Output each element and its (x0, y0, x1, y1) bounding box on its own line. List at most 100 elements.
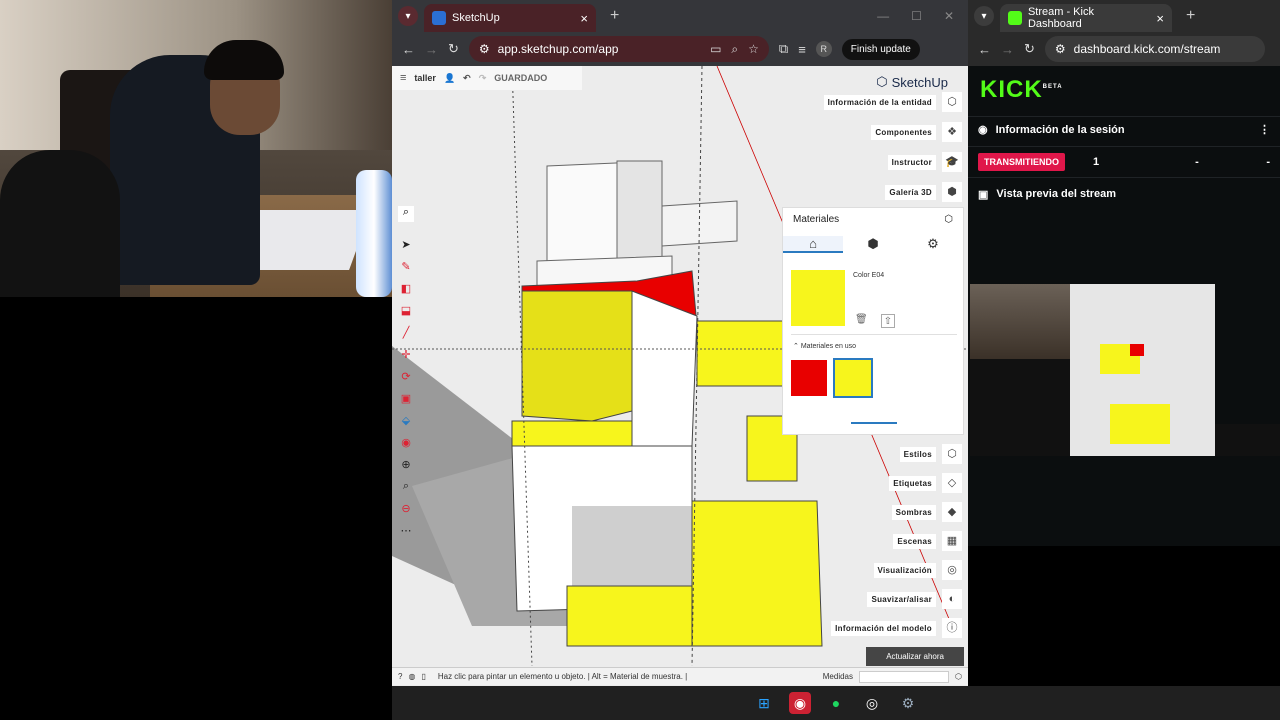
materials-panel-icon[interactable]: ⬡ (944, 214, 953, 225)
material-swatch-yellow[interactable] (833, 358, 873, 398)
paint-bucket-tool-icon[interactable]: ⬙ (398, 414, 414, 430)
panel-styles[interactable]: Estilos ⬡ (812, 444, 962, 464)
profile-avatar[interactable]: R (815, 41, 832, 57)
hamburger-menu-icon[interactable]: ≡ (400, 72, 406, 84)
tab-menu-icon-right[interactable]: ▾ (974, 6, 994, 26)
block-yellow-base-right (691, 500, 823, 647)
panel-3d-warehouse[interactable]: Galería 3D ⬢ (812, 182, 962, 202)
window-close-icon[interactable]: ✕ (944, 9, 954, 23)
block-yellow-slab (511, 420, 633, 447)
back-icon[interactable]: ← (402, 42, 415, 57)
new-tab-icon[interactable]: + (610, 7, 619, 25)
bookmark-star-icon[interactable]: ☆ (748, 42, 759, 57)
tab-kick[interactable]: Stream - Kick Dashboard × (1000, 4, 1172, 32)
sketchup-logo-icon: ⬡ (876, 74, 888, 89)
panel-entity-info[interactable]: Información de la entidad ⬡ (812, 92, 962, 112)
components-icon: ❖ (942, 122, 962, 142)
search-tool-icon[interactable]: ⌕ (398, 206, 414, 222)
update-now-button[interactable]: Actualizar ahora (866, 647, 964, 666)
address-bar[interactable]: ⚙ dashboard.kick.com/stream (1044, 36, 1265, 62)
webcam-feed (0, 0, 392, 297)
globe-icon[interactable]: ◍ (408, 672, 415, 681)
delete-material-icon[interactable]: 🗑 (855, 314, 868, 325)
left-toolbar: ➤ ✎ ◧ ⬓ ╱ ✛ ⟳ ▣ ⬙ ◉ ⊕ ⌕ ⊖ ⋯ (398, 238, 414, 540)
obs-icon[interactable]: ◎ (861, 692, 883, 714)
pan-tool-icon[interactable]: ⊕ (398, 458, 414, 474)
site-info-icon[interactable]: ⚙ (1055, 42, 1066, 56)
panel-scenes[interactable]: Escenas ▦ (812, 531, 962, 551)
eraser-tool-icon[interactable]: ◧ (398, 282, 414, 298)
more-options-icon[interactable]: ⋮ (1259, 123, 1270, 136)
more-tools-icon[interactable]: ⋯ (398, 524, 414, 540)
panel-instructor[interactable]: Instructor 🎓 (812, 152, 962, 172)
measures-input[interactable] (859, 670, 950, 683)
maximize-icon[interactable]: ☐ (911, 9, 922, 23)
forward-icon[interactable]: → (425, 42, 438, 57)
pencil-tool-icon[interactable]: ✎ (398, 260, 414, 276)
tab-menu-icon[interactable]: ▾ (398, 6, 418, 26)
settings-gear-icon[interactable]: ⚙ (897, 692, 919, 714)
panel-soften[interactable]: Suavizar/alisar ◐ (812, 589, 962, 609)
section-tool-icon[interactable]: ⊖ (398, 502, 414, 518)
current-material-swatch[interactable] (791, 270, 845, 326)
site-info-icon[interactable]: ⚙ (479, 42, 490, 56)
panel-tags[interactable]: Etiquetas ◇ (812, 473, 962, 493)
tab-sketchup[interactable]: SketchUp × (424, 4, 596, 32)
kick-dashboard: KICKBETA ◉ Información de la sesión ⋮ TR… (968, 66, 1280, 546)
line-tool-icon[interactable]: ╱ (398, 326, 414, 342)
webcam-bottle (356, 170, 392, 297)
address-bar[interactable]: ⚙ app.sketchup.com/app ▭ ⌕ ☆ (468, 36, 769, 62)
sketchup-viewport[interactable]: ≡ taller 👤 ↶ ↷ GUARDADO ⬡ SketchUp ⌕ ➤ ✎… (392, 66, 968, 686)
back-icon[interactable]: ← (978, 42, 991, 57)
materials-in-use-header[interactable]: ⌃ Materiales en uso (793, 342, 856, 350)
sketchup-favicon (432, 11, 446, 25)
orbit-tool-icon[interactable]: ◉ (398, 436, 414, 452)
panel-display[interactable]: Visualización ◎ (812, 560, 962, 580)
close-tab-icon[interactable]: × (1156, 11, 1164, 26)
forward-icon[interactable]: → (1001, 42, 1014, 57)
extensions-icon[interactable]: ⧉ (779, 41, 788, 57)
zoom-tool-icon[interactable]: ⌕ (398, 480, 414, 496)
spotify-icon[interactable]: ● (825, 692, 847, 714)
export-material-icon[interactable]: ⇧ (881, 314, 895, 328)
materials-home-tab[interactable]: ⌂ (783, 235, 843, 253)
zoom-icon[interactable]: ⌕ (731, 42, 738, 57)
materials-browse-tab[interactable]: ⬢ (843, 236, 903, 252)
stat-placeholder-1: - (1195, 156, 1199, 168)
panel-components[interactable]: Componentes ❖ (812, 122, 962, 142)
new-tab-icon[interactable]: + (1186, 7, 1195, 25)
project-name[interactable]: taller (414, 73, 436, 83)
minimize-icon[interactable]: — (877, 9, 889, 23)
undo-icon[interactable]: ↶ (463, 73, 471, 84)
rotate-tool-icon[interactable]: ⟳ (398, 370, 414, 386)
material-swatch-red[interactable] (791, 360, 827, 396)
browser-left-chrome: ▾ SketchUp × + — ☐ ✕ ← → ↻ ⚙ app.sketchu… (392, 0, 968, 66)
materials-edit-tab[interactable]: ⚙ (903, 236, 963, 252)
media-icon[interactable]: ≡ (798, 42, 806, 57)
pushpull-tool-icon[interactable]: ⬓ (398, 304, 414, 320)
tape-tool-icon[interactable]: ▣ (398, 392, 414, 408)
close-tab-icon[interactable]: × (580, 11, 588, 26)
viewer-count: 1 (1093, 156, 1100, 168)
user-icon[interactable]: 👤 (444, 73, 455, 84)
block-yellow-base-left (566, 585, 693, 647)
panel-label: Suavizar/alisar (867, 591, 936, 607)
select-tool-icon[interactable]: ➤ (398, 238, 414, 254)
move-tool-icon[interactable]: ✛ (398, 348, 414, 364)
finish-update-button[interactable]: Finish update (841, 38, 920, 60)
kick-logo[interactable]: KICKBETA (980, 76, 1063, 104)
cast-icon[interactable]: ▭ (710, 42, 721, 57)
panel-shadows[interactable]: Sombras ◆ (812, 502, 962, 522)
status-logo-icon: ⬡ (955, 672, 962, 681)
info-icon: ⓘ (942, 618, 962, 638)
reload-icon[interactable]: ↻ (448, 41, 459, 57)
help-icon[interactable]: ? (398, 672, 402, 681)
in-use-label: Materiales en uso (800, 343, 857, 350)
panel-label: Visualización (873, 562, 936, 578)
stream-preview-video[interactable] (970, 284, 1280, 456)
reload-icon[interactable]: ↻ (1024, 41, 1035, 57)
panel-model-info[interactable]: Información del modelo ⓘ (812, 618, 962, 638)
redo-icon[interactable]: ↷ (479, 73, 487, 84)
windows-start-icon[interactable]: ⊞ (753, 692, 775, 714)
chrome-icon[interactable]: ◉ (789, 692, 811, 714)
